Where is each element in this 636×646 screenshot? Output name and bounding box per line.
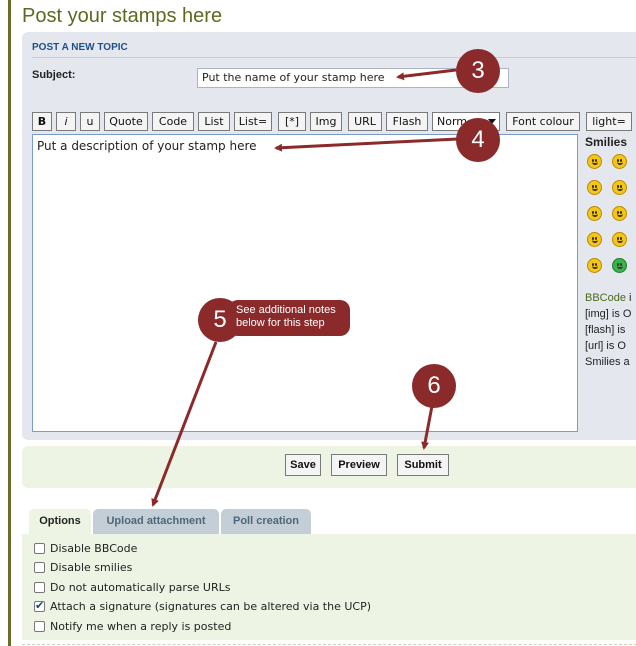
- disable-bbcode-checkbox[interactable]: [34, 543, 45, 554]
- cool-smiley-icon[interactable]: [587, 232, 602, 247]
- smilies-status: Smilies a: [585, 356, 630, 368]
- step-6-label: 6: [427, 372, 441, 399]
- option-label: Disable smilies: [50, 561, 133, 574]
- list-item-button[interactable]: [*]: [278, 112, 306, 131]
- tab-upload-attachment[interactable]: Upload attachment: [93, 509, 219, 534]
- left-border-bar: [8, 0, 11, 646]
- preview-button[interactable]: Preview: [331, 454, 387, 476]
- tab-options[interactable]: Options: [29, 509, 91, 534]
- notify-reply-checkbox[interactable]: [34, 621, 45, 632]
- font-colour-button[interactable]: Font colour: [506, 112, 580, 131]
- italic-button[interactable]: i: [56, 112, 76, 131]
- option-label: Disable BBCode: [50, 542, 138, 555]
- tab-poll-creation[interactable]: Poll creation: [221, 509, 311, 534]
- option-label: Attach a signature (signatures can be al…: [50, 600, 372, 613]
- help-line-field: light=: [586, 112, 632, 131]
- smile-smiley-icon[interactable]: [612, 154, 627, 169]
- subject-label: Subject:: [32, 69, 76, 81]
- option-label: Do not automatically parse URLs: [50, 581, 231, 594]
- attach-signature-checkbox[interactable]: [34, 599, 45, 613]
- img-status: [img] is O: [585, 308, 632, 320]
- flash-status: [flash] is: [585, 324, 626, 336]
- underline-button[interactable]: u: [80, 112, 100, 131]
- list-button[interactable]: List: [198, 112, 230, 131]
- options-divider: [22, 644, 636, 645]
- neutral-smiley-icon[interactable]: [587, 258, 602, 273]
- post-topic-panel: POST A NEW TOPIC Subject: Put the name o…: [22, 32, 636, 440]
- code-button[interactable]: Code: [152, 112, 194, 131]
- smilies-title: Smilies: [585, 135, 628, 149]
- url-button[interactable]: URL: [348, 112, 382, 131]
- panel-heading: POST A NEW TOPIC: [32, 42, 128, 53]
- disable-smilies-checkbox[interactable]: [34, 562, 45, 573]
- url-status: [url] is O: [585, 340, 626, 352]
- list-ordered-button[interactable]: List=: [234, 112, 272, 131]
- laughing-smiley-icon[interactable]: [587, 206, 602, 221]
- confused-smiley-icon[interactable]: [612, 206, 627, 221]
- bold-button[interactable]: B: [32, 112, 52, 131]
- img-button[interactable]: Img: [310, 112, 342, 131]
- exclamation-smiley-icon[interactable]: [612, 232, 627, 247]
- step-5-note: See additional notes below for this step: [236, 304, 336, 329]
- panel-divider: [32, 57, 636, 58]
- surprised-smiley-icon[interactable]: [587, 180, 602, 195]
- bbcode-status-info: BBCode i [img] is O [flash] is [url] is …: [585, 290, 631, 370]
- step-4-label: 4: [471, 126, 485, 153]
- green-grin-smiley-icon[interactable]: [612, 258, 627, 273]
- submit-panel: Save Preview Submit: [22, 446, 636, 488]
- options-panel: Disable BBCode Disable smilies Do not au…: [22, 534, 636, 640]
- shocked-smiley-icon[interactable]: [612, 180, 627, 195]
- save-button[interactable]: Save: [285, 454, 321, 476]
- quote-button[interactable]: Quote: [104, 112, 148, 131]
- flash-button[interactable]: Flash: [386, 112, 428, 131]
- step-3-label: 3: [471, 57, 485, 84]
- submit-button[interactable]: Submit: [397, 454, 449, 476]
- bbcode-link[interactable]: BBCode: [585, 292, 626, 304]
- message-textarea[interactable]: Put a description of your stamp here: [32, 134, 578, 432]
- bbcode-status: i: [625, 292, 632, 304]
- no-parse-urls-checkbox[interactable]: [34, 582, 45, 593]
- option-label: Notify me when a reply is posted: [50, 620, 232, 633]
- very-happy-smiley-icon[interactable]: [587, 154, 602, 169]
- page-title: Post your stamps here: [22, 5, 223, 27]
